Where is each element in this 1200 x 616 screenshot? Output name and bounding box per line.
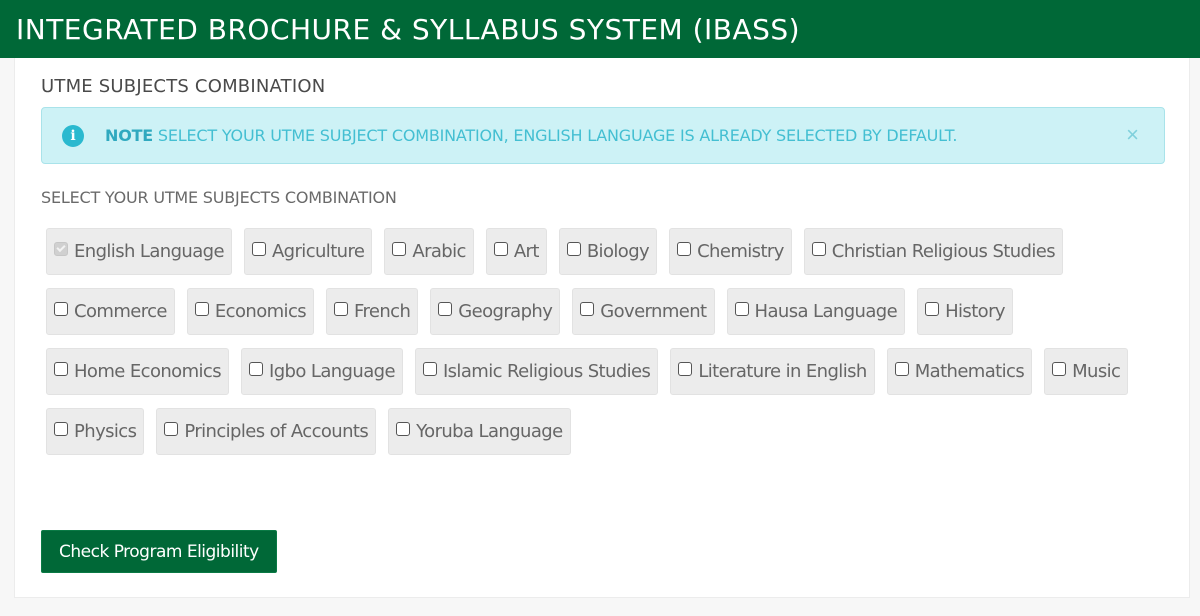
subject-label: Principles of Accounts (184, 421, 369, 442)
checkbox[interactable] (678, 361, 693, 376)
subject-option[interactable]: French (326, 288, 419, 335)
checkbox[interactable] (493, 241, 508, 256)
subject-label: Chemistry (697, 241, 784, 262)
subject-option[interactable]: History (917, 288, 1013, 335)
alert-text: SELECT YOUR UTME SUBJECT COMBINATION, EN… (153, 126, 958, 145)
subject-option[interactable]: Hausa Language (726, 288, 906, 335)
subject-label: English Language (74, 241, 225, 262)
subject-option[interactable]: Agriculture (243, 228, 373, 275)
subject-label: Commerce (74, 301, 168, 322)
note-alert: i NOTE SELECT YOUR UTME SUBJECT COMBINAT… (41, 107, 1165, 164)
checkbox[interactable] (54, 421, 68, 436)
subject-option[interactable]: Igbo Language (241, 348, 403, 395)
checkbox[interactable] (396, 421, 411, 436)
subject-label: Physics (74, 421, 137, 442)
subject-option[interactable]: Literature in English (670, 348, 875, 395)
subject-label: Arabic (412, 241, 466, 262)
alert-label: NOTE (105, 126, 154, 145)
subject-option[interactable]: Mathematics (886, 348, 1033, 395)
checkbox[interactable] (811, 241, 826, 256)
subject-option[interactable]: Geography (430, 288, 561, 335)
checkbox-checked[interactable] (54, 241, 68, 256)
subject-label: Igbo Language (269, 361, 396, 382)
subject-label: Home Economics (74, 361, 222, 382)
subject-option[interactable]: Biology (558, 228, 658, 275)
subject-option[interactable]: Commerce (46, 288, 175, 335)
subject-label: Government (600, 301, 707, 322)
subject-label: History (945, 301, 1005, 322)
subject-option[interactable]: Principles of Accounts (156, 408, 377, 455)
subject-label: Economics (214, 301, 307, 322)
check-program-eligibility-button[interactable]: Check Program Eligibility (41, 530, 277, 573)
subject-label: French (354, 301, 411, 322)
subjects-label: SELECT YOUR UTME SUBJECTS COMBINATION (41, 188, 397, 207)
checkbox[interactable] (54, 361, 68, 376)
subject-option[interactable]: Government (572, 288, 715, 335)
subject-option[interactable]: Art (485, 228, 547, 275)
subject-option[interactable]: Home Economics (46, 348, 229, 395)
checkbox[interactable] (251, 241, 266, 256)
checkbox[interactable] (164, 421, 179, 436)
subject-label: Biology (586, 241, 650, 262)
subject-option[interactable]: Arabic (384, 228, 474, 275)
subject-label: Islamic Religious Studies (442, 361, 651, 382)
checkbox[interactable] (894, 361, 909, 376)
subject-option[interactable]: Chemistry (669, 228, 792, 275)
subject-option[interactable]: Christian Religious Studies (803, 228, 1064, 275)
checkbox[interactable] (334, 301, 349, 316)
subject-option[interactable]: Yoruba Language (388, 408, 571, 455)
app-title: INTEGRATED BROCHURE & SYLLABUS SYSTEM (I… (16, 12, 801, 46)
utme-card: UTME SUBJECTS COMBINATION i NOTE SELECT … (14, 58, 1190, 598)
close-icon[interactable]: × (1126, 122, 1139, 148)
checkbox[interactable] (438, 301, 453, 316)
checkbox[interactable] (54, 301, 68, 316)
subject-option[interactable]: Music (1044, 348, 1129, 395)
subject-option[interactable]: Physics (46, 408, 145, 455)
subject-label: Hausa Language (754, 301, 898, 322)
checkbox[interactable] (734, 301, 749, 316)
checkbox[interactable] (422, 361, 437, 376)
section-title: UTME SUBJECTS COMBINATION (41, 76, 326, 97)
subject-option[interactable]: English Language (46, 228, 232, 275)
subject-label: Mathematics (914, 361, 1025, 382)
subject-option[interactable]: Economics (186, 288, 315, 335)
subject-option[interactable]: Islamic Religious Studies (414, 348, 659, 395)
info-icon: i (62, 124, 84, 147)
checkbox[interactable] (194, 301, 209, 316)
subject-label: Agriculture (271, 241, 365, 262)
checkbox[interactable] (249, 361, 263, 376)
subjects-list: English Language Agriculture Arabic Art Biol… (46, 228, 1156, 455)
subject-label: Literature in English (698, 361, 867, 382)
subject-label: Geography (458, 301, 553, 322)
checkbox[interactable] (392, 241, 407, 256)
subject-label: Yoruba Language (416, 421, 563, 442)
subject-label: Art (513, 241, 540, 262)
checkbox[interactable] (1052, 361, 1067, 376)
checkbox[interactable] (925, 301, 940, 316)
alert-message: NOTE SELECT YOUR UTME SUBJECT COMBINATIO… (105, 126, 957, 145)
header-bar: INTEGRATED BROCHURE & SYLLABUS SYSTEM (I… (0, 0, 1200, 58)
subject-label: Christian Religious Studies (831, 241, 1056, 262)
subject-label: Music (1072, 361, 1121, 382)
checkbox[interactable] (580, 301, 595, 316)
checkbox[interactable] (677, 241, 692, 256)
checkbox[interactable] (566, 241, 581, 256)
